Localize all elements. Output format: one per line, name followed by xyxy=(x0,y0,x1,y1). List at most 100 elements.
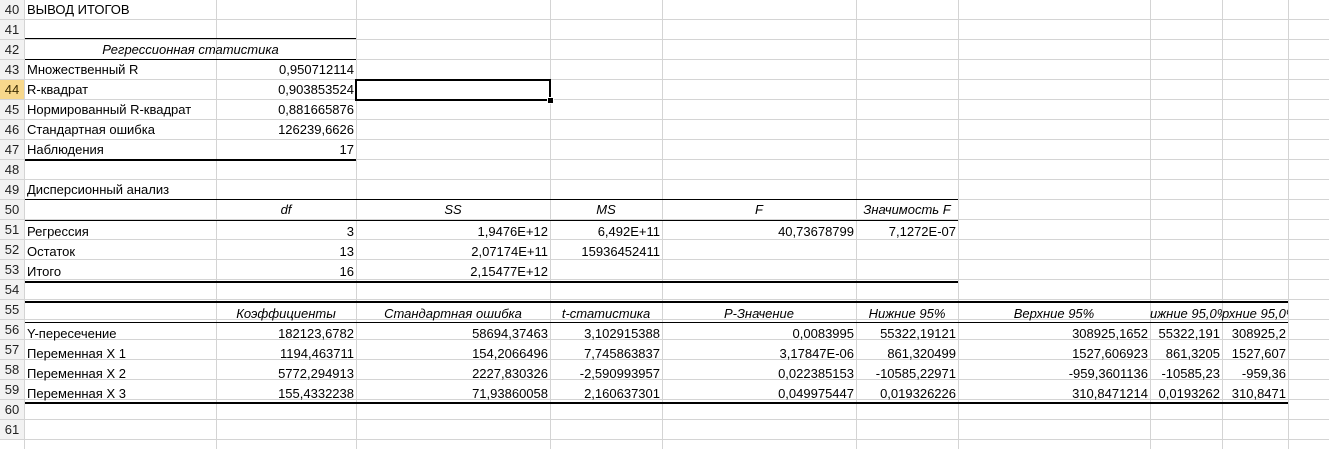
coef-cell[interactable]: 308925,1652 xyxy=(958,324,1150,344)
coef-cell[interactable]: 1194,463711 xyxy=(216,344,356,364)
coef-header-coefficients[interactable]: Коэффициенты xyxy=(216,304,356,324)
summary-title[interactable]: ВЫВОД ИТОГОВ xyxy=(25,0,216,20)
coef-cell[interactable]: 55322,19121 xyxy=(856,324,958,344)
row-header-55[interactable]: 55 xyxy=(0,300,24,320)
row-header-49[interactable]: 49 xyxy=(0,180,24,200)
regression-stats-header[interactable]: Регрессионная статистика xyxy=(25,40,356,60)
row-header-54[interactable]: 54 xyxy=(0,280,24,300)
anova-cell-df[interactable]: 16 xyxy=(216,262,356,282)
row-header-41[interactable]: 41 xyxy=(0,20,24,40)
anova-cell-significance[interactable]: 7,1272E-07 xyxy=(856,222,958,242)
coef-cell[interactable]: 0,049975447 xyxy=(662,384,856,404)
coef-cell[interactable]: 308925,2 xyxy=(1222,324,1288,344)
row-header-53[interactable]: 53 xyxy=(0,260,24,280)
anova-header-df[interactable]: df xyxy=(216,200,356,220)
coef-cell[interactable]: 1527,606923 xyxy=(958,344,1150,364)
row-header-43[interactable]: 43 xyxy=(0,60,24,80)
row-header-59[interactable]: 59 xyxy=(0,380,24,400)
coef-header-t-stat[interactable]: t-статистика xyxy=(550,304,662,324)
coef-cell[interactable]: 310,8471214 xyxy=(958,384,1150,404)
row-header-50[interactable]: 50 xyxy=(0,200,24,220)
coef-cell[interactable]: 155,4332238 xyxy=(216,384,356,404)
row-header-52[interactable]: 52 xyxy=(0,240,24,260)
coef-header-lower-95[interactable]: Нижние 95% xyxy=(856,304,958,324)
row-header-44[interactable]: 44 xyxy=(0,80,24,100)
row-header-45[interactable]: 45 xyxy=(0,100,24,120)
anova-cell-ss[interactable]: 2,07174E+11 xyxy=(356,242,550,262)
coef-cell[interactable]: 7,745863837 xyxy=(550,344,662,364)
anova-cell-df[interactable]: 13 xyxy=(216,242,356,262)
coef-cell[interactable]: 0,0193262 xyxy=(1150,384,1222,404)
coef-cell[interactable]: 55322,191 xyxy=(1150,324,1222,344)
coef-cell[interactable]: 861,320499 xyxy=(856,344,958,364)
fill-handle[interactable] xyxy=(547,97,554,104)
coef-cell[interactable]: 3,17847E-06 xyxy=(662,344,856,364)
anova-row-label[interactable]: Регрессия xyxy=(25,222,216,242)
anova-cell-f[interactable]: 40,73678799 xyxy=(662,222,856,242)
anova-header-f[interactable]: F xyxy=(662,200,856,220)
coef-cell[interactable]: 182123,6782 xyxy=(216,324,356,344)
row-header-46[interactable]: 46 xyxy=(0,120,24,140)
coef-cell[interactable]: 71,93860058 xyxy=(356,384,550,404)
anova-header-ss[interactable]: SS xyxy=(356,200,550,220)
row-header-56[interactable]: 56 xyxy=(0,320,24,340)
row-header-47[interactable]: 47 xyxy=(0,140,24,160)
row-header-60[interactable]: 60 xyxy=(0,400,24,420)
anova-cell-ss[interactable]: 2,15477E+12 xyxy=(356,262,550,282)
coef-cell[interactable]: 0,0083995 xyxy=(662,324,856,344)
coef-cell[interactable]: -959,36 xyxy=(1222,364,1288,384)
stat-label[interactable]: Стандартная ошибка xyxy=(25,120,216,140)
coef-cell[interactable]: 310,8471 xyxy=(1222,384,1288,404)
coef-header-lower-95-0[interactable]: ижние 95,0% xyxy=(1150,304,1222,324)
row-header-48[interactable]: 48 xyxy=(0,160,24,180)
coef-cell[interactable]: -10585,22971 xyxy=(856,364,958,384)
coef-cell[interactable]: -2,590993957 xyxy=(550,364,662,384)
stat-label[interactable]: R-квадрат xyxy=(25,80,216,100)
stat-value[interactable]: 0,881665876 xyxy=(216,100,356,120)
active-cell-selection[interactable] xyxy=(355,79,551,101)
coef-header-p-value[interactable]: P-Значение xyxy=(662,304,856,324)
coef-cell[interactable]: 0,022385153 xyxy=(662,364,856,384)
anova-header-significance[interactable]: Значимость F xyxy=(856,200,958,220)
stat-value[interactable]: 0,950712114 xyxy=(216,60,356,80)
coef-cell[interactable]: 2227,830326 xyxy=(356,364,550,384)
coef-row-label[interactable]: Y-пересечение xyxy=(25,324,216,344)
coef-cell[interactable]: 3,102915388 xyxy=(550,324,662,344)
stat-value[interactable]: 0,903853524 xyxy=(216,80,356,100)
spreadsheet-grid[interactable]: 40 41 42 43 44 45 46 47 48 49 50 51 52 5… xyxy=(0,0,1329,449)
row-header-58[interactable]: 58 xyxy=(0,360,24,380)
coef-cell[interactable]: -10585,23 xyxy=(1150,364,1222,384)
row-header-40[interactable]: 40 xyxy=(0,0,24,20)
anova-row-label[interactable]: Итого xyxy=(25,262,216,282)
row-header-57[interactable]: 57 xyxy=(0,340,24,360)
coef-cell[interactable]: 0,019326226 xyxy=(856,384,958,404)
coef-cell[interactable]: -959,3601136 xyxy=(958,364,1150,384)
coef-cell[interactable]: 1527,607 xyxy=(1222,344,1288,364)
coef-header-upper-95[interactable]: Верхние 95% xyxy=(958,304,1150,324)
coef-header-upper-95-0[interactable]: рхние 95,0% xyxy=(1222,304,1288,324)
anova-cell-ms[interactable]: 6,492E+11 xyxy=(550,222,662,242)
anova-cell-ms[interactable]: 15936452411 xyxy=(550,242,662,262)
anova-cell-df[interactable]: 3 xyxy=(216,222,356,242)
coef-cell[interactable]: 861,3205 xyxy=(1150,344,1222,364)
coef-row-label[interactable]: Переменная X 3 xyxy=(25,384,216,404)
coef-row-label[interactable]: Переменная X 2 xyxy=(25,364,216,384)
anova-title[interactable]: Дисперсионный анализ xyxy=(25,180,216,200)
stat-label[interactable]: Множественный R xyxy=(25,60,216,80)
row-header-42[interactable]: 42 xyxy=(0,40,24,60)
row-header-51[interactable]: 51 xyxy=(0,220,24,240)
coef-row-label[interactable]: Переменная X 1 xyxy=(25,344,216,364)
anova-header-ms[interactable]: MS xyxy=(550,200,662,220)
row-header-61[interactable]: 61 xyxy=(0,420,24,440)
stat-label[interactable]: Наблюдения xyxy=(25,140,216,160)
anova-row-label[interactable]: Остаток xyxy=(25,242,216,262)
stat-value[interactable]: 17 xyxy=(216,140,356,160)
anova-cell-ss[interactable]: 1,9476E+12 xyxy=(356,222,550,242)
coef-header-std-error[interactable]: Стандартная ошибка xyxy=(356,304,550,324)
coef-cell[interactable]: 5772,294913 xyxy=(216,364,356,384)
stat-label[interactable]: Нормированный R-квадрат xyxy=(25,100,216,120)
coef-cell[interactable]: 58694,37463 xyxy=(356,324,550,344)
coef-cell[interactable]: 154,2066496 xyxy=(356,344,550,364)
coef-cell[interactable]: 2,160637301 xyxy=(550,384,662,404)
stat-value[interactable]: 126239,6626 xyxy=(216,120,356,140)
